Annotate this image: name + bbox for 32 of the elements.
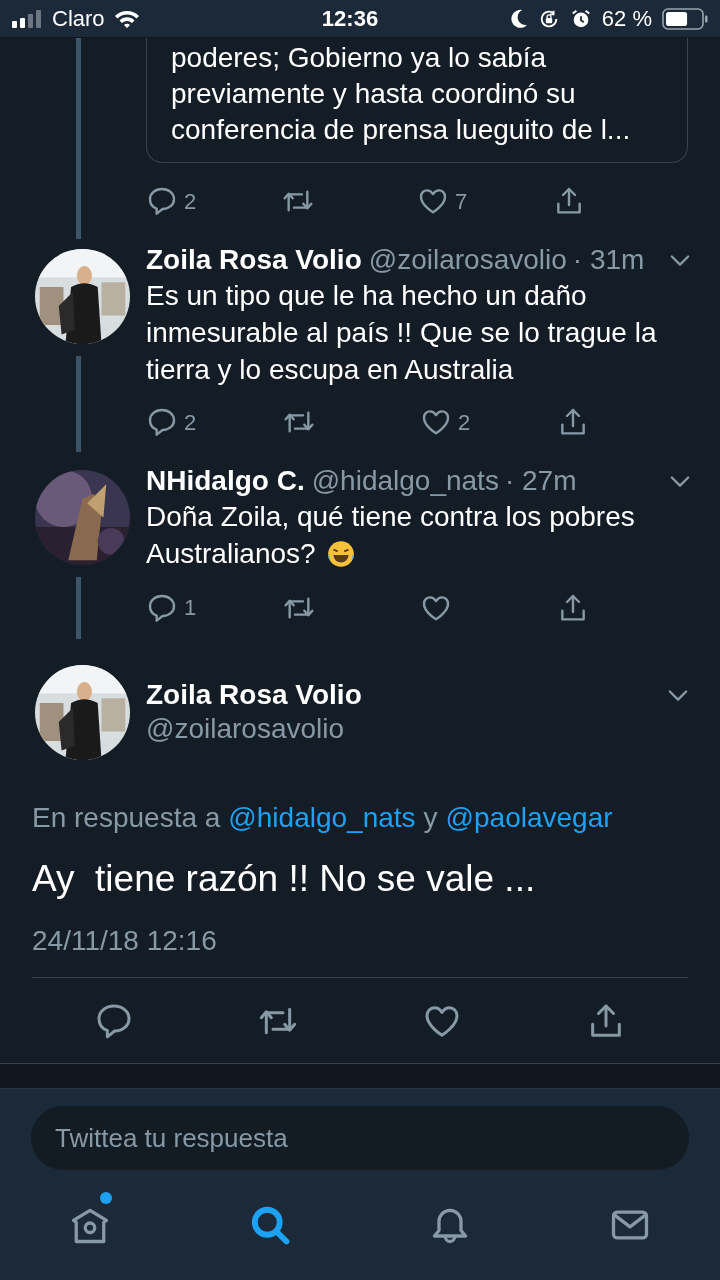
author-name[interactable]: Zoila Rosa Volio	[146, 678, 362, 712]
reply-input-field[interactable]: Twittea tu respuesta	[31, 1106, 689, 1170]
quoted-text-line: conferencia de prensa lueguito de l...	[171, 113, 632, 147]
count: 2	[458, 408, 471, 437]
tweet-text: Ay tiene razón !! No se vale ...	[32, 857, 537, 901]
mention-link[interactable]: @paolavegar	[445, 800, 613, 836]
reply-context: En respuesta a	[32, 801, 221, 835]
tweet-timestamp: 24/11/18 12:16	[32, 924, 218, 958]
tweet-age: · 31m	[572, 243, 645, 277]
quoted-tweet-card[interactable]: poderes; Gobierno ya lo sabía previamente y hasta coordinó su conferencia de prensa lueguito de l...	[146, 38, 688, 163]
author-handle[interactable]: @zoilarosavolio	[146, 712, 688, 746]
author-handle[interactable]: @hidalgo_nats	[311, 460, 499, 502]
tweet-text-line: Australianos?	[146, 537, 316, 571]
reply-context: y	[423, 801, 438, 835]
mention-link[interactable]: @hidalgo_nats	[228, 800, 416, 836]
tweet-text-line: tierra y lo escupa en Australia	[146, 353, 514, 387]
tweet-text-line: Doña Zoila, qué tiene contra los pobres	[146, 500, 635, 534]
count: 2	[184, 187, 197, 216]
count: 1	[184, 594, 197, 622]
quoted-text-line: previamente y hasta coordinó su	[171, 77, 577, 111]
battery-percentage: 62 %	[601, 5, 652, 33]
quoted-text-line: poderes; Gobierno ya lo sabía	[171, 41, 548, 75]
count: 2	[184, 408, 197, 437]
author-name[interactable]: Zoila Rosa Volio	[146, 239, 362, 281]
author-handle[interactable]: @zoilarosavolio	[368, 239, 567, 281]
carrier-name: Claro	[52, 5, 105, 33]
author-name[interactable]: NHidalgo C.	[146, 460, 305, 502]
clock-time: 12:36	[321, 5, 379, 33]
tweet-text-line: inmesurable al país !! Que se lo trague la	[146, 316, 657, 350]
tweet-text-line: Es un tipo que le ha hecho un daño	[146, 279, 587, 313]
count: 7	[455, 187, 468, 216]
tweet-age: · 27m	[504, 464, 577, 498]
